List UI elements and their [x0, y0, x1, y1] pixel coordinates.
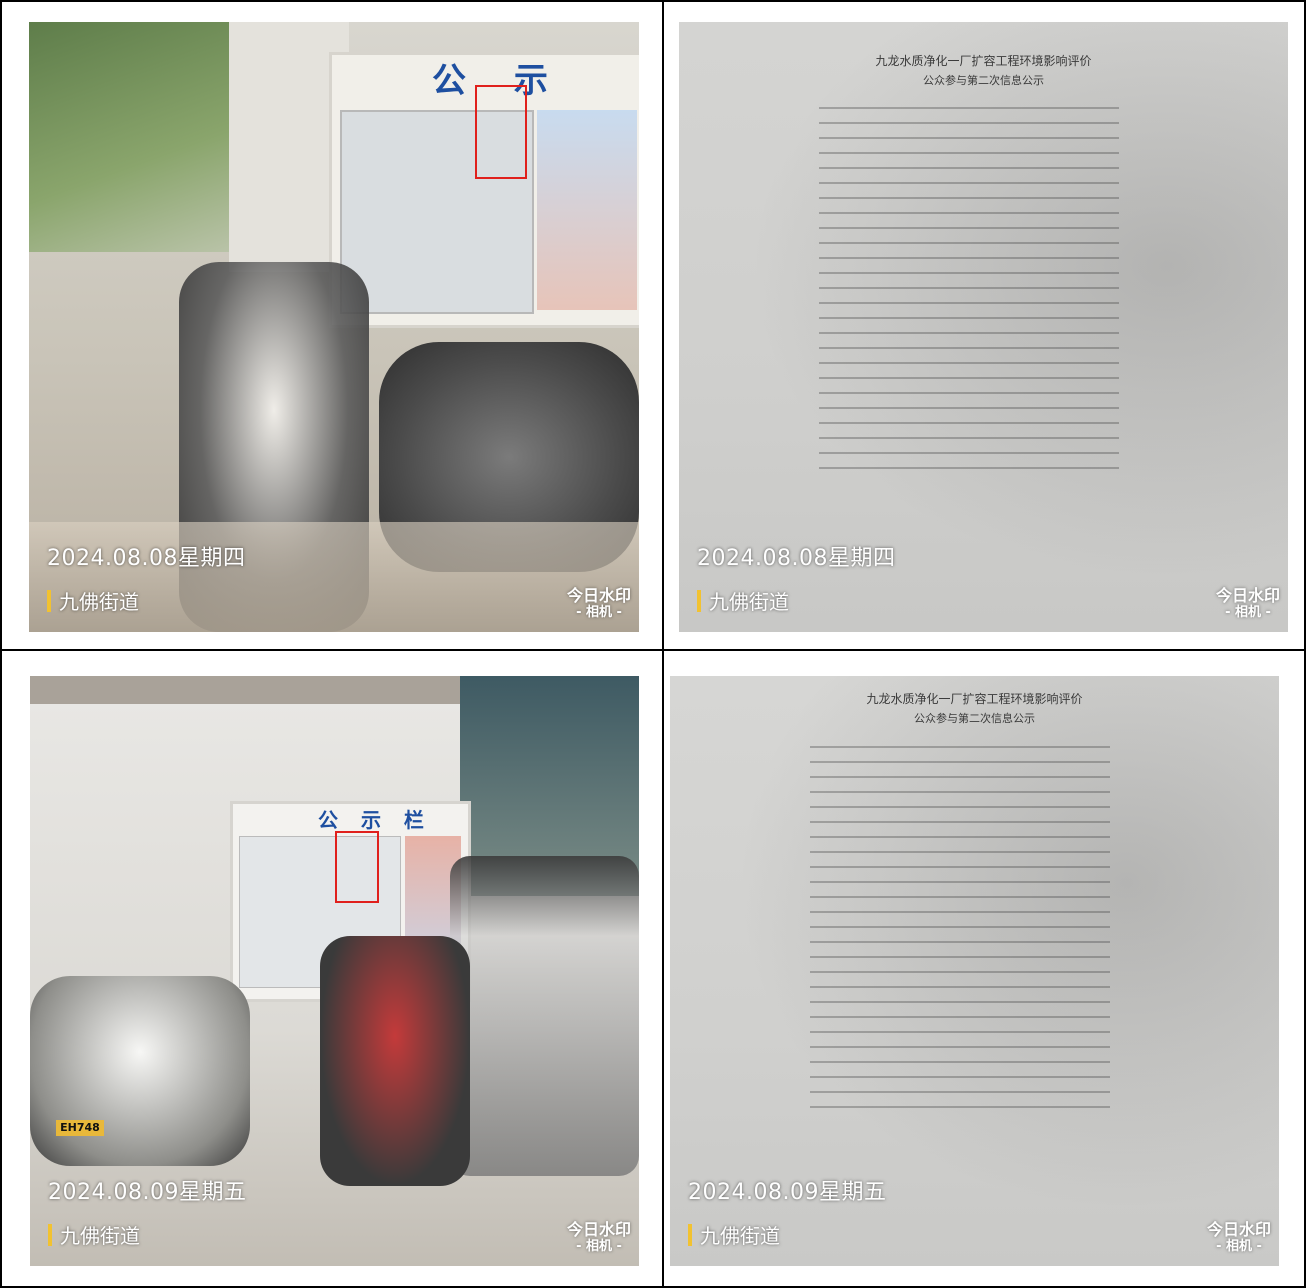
table-border-left: [0, 0, 2, 1288]
watermark-logo: 今日水印 - 相机 -: [1215, 586, 1280, 621]
watermark-line2: - 相机 -: [1225, 605, 1271, 620]
watermark-line2: - 相机 -: [576, 1239, 622, 1254]
watermark-line2: - 相机 -: [1216, 1239, 1262, 1254]
highlight-box: [475, 85, 527, 179]
watermark-line1: 今日水印: [1206, 1220, 1271, 1239]
notice-subtitle: 公众参与第二次信息公示: [923, 74, 1044, 87]
location-bar-icon: [47, 589, 51, 612]
photo-date: 2024.08.08星期四: [47, 546, 246, 571]
white-scooter: [30, 976, 250, 1166]
location-bar-icon: [688, 1223, 692, 1246]
watermark-logo: 今日水印 - 相机 -: [566, 1220, 631, 1255]
table-border-middle: [0, 649, 1306, 651]
photo-location-text: 九佛街道: [700, 1224, 780, 1248]
location-bar-icon: [48, 1223, 52, 1246]
highlight-box: [335, 831, 379, 903]
photo-date: 2024.08.09星期五: [48, 1180, 247, 1205]
trees-area: [29, 22, 229, 252]
board-title: 公 示 栏: [318, 808, 432, 832]
watermark-line2: - 相机 -: [576, 605, 622, 620]
photo-date: 2024.08.09星期五: [688, 1180, 887, 1205]
red-scooter: [320, 936, 470, 1186]
photo-notice-aug08: 九龙水质净化一厂扩容工程环境影响评价 公众参与第二次信息公示 2024.08.0…: [679, 22, 1288, 632]
notice-body-text: [810, 746, 1110, 1121]
watermark-line1: 今日水印: [1215, 586, 1280, 605]
table-border-top: [0, 0, 1306, 2]
photo-location: 九佛街道: [688, 1220, 780, 1249]
photo-location-text: 九佛街道: [59, 590, 139, 614]
photo-location: 九佛街道: [697, 586, 789, 615]
notice-body-text: [819, 107, 1119, 482]
notice-title: 九龙水质净化一厂扩容工程环境影响评价: [866, 692, 1083, 706]
watermark-logo: 今日水印 - 相机 -: [1206, 1220, 1271, 1255]
photo-location-text: 九佛街道: [60, 1224, 140, 1248]
photo-board-aug09: 公 示 栏 EH748 2024.08.09星期五 九佛街道 今日水印 - 相机…: [30, 676, 639, 1266]
watermark-line1: 今日水印: [566, 1220, 631, 1239]
floor: [29, 522, 639, 632]
watermark-logo: 今日水印 - 相机 -: [566, 586, 631, 621]
location-bar-icon: [697, 589, 701, 612]
license-plate: EH748: [56, 1120, 104, 1136]
photo-grid-table: 公 示 栏 2024.08.08星期四 九佛街道 今日水印 - 相机 - 九龙水…: [0, 0, 1306, 1288]
notice-subtitle: 公众参与第二次信息公示: [914, 712, 1035, 725]
photo-location: 九佛街道: [47, 586, 139, 615]
photo-notice-aug09: 九龙水质净化一厂扩容工程环境影响评价 公众参与第二次信息公示 2024.08.0…: [670, 676, 1279, 1266]
board-poster: [537, 110, 637, 310]
windshield-scooter: [450, 856, 639, 1176]
photo-location-text: 九佛街道: [709, 590, 789, 614]
table-border-center: [662, 0, 664, 1288]
photo-location: 九佛街道: [48, 1220, 140, 1249]
photo-date: 2024.08.08星期四: [697, 546, 896, 571]
watermark-line1: 今日水印: [566, 586, 631, 605]
notice-title: 九龙水质净化一厂扩容工程环境影响评价: [875, 54, 1092, 68]
photo-board-aug08: 公 示 栏 2024.08.08星期四 九佛街道 今日水印 - 相机 -: [29, 22, 639, 632]
